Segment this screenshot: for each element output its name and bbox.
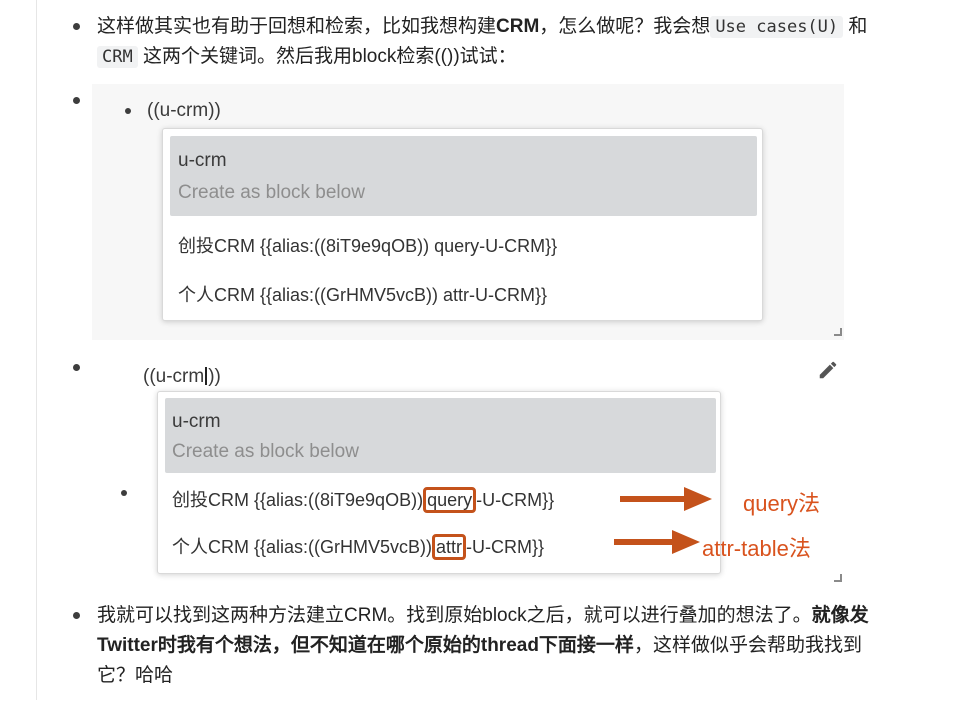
annotation-label: query法 (743, 491, 821, 516)
block-bullet[interactable] (73, 364, 80, 371)
search-result-row[interactable]: 创投CRM {{alias:((8iT9e9qOB)) query -U-CRM}} (172, 486, 554, 513)
highlight-box: attr (432, 534, 467, 560)
embedded-screenshot-2: ((u-crm)) u-crm Create as block below 创投… (92, 348, 844, 586)
embedded-screenshot-1: ((u-crm)) u-crm Create as block below 创投… (92, 84, 844, 340)
text-cursor (205, 367, 208, 385)
search-query-text: ((u-crm)) (147, 100, 221, 121)
block-bullet (121, 490, 127, 496)
block-bullet[interactable] (73, 23, 80, 30)
annotation-label: attr-table法 (702, 536, 811, 561)
resize-handle-icon[interactable] (834, 328, 842, 336)
block-bullet[interactable] (73, 612, 80, 619)
resize-handle-icon[interactable] (834, 574, 842, 582)
highlight-box: query (423, 487, 477, 513)
arrow-right-icon (620, 487, 712, 511)
inline-code: CRM (97, 46, 138, 68)
block-bullet[interactable] (73, 97, 80, 104)
search-result-row[interactable]: 个人CRM {{alias:((GrHMV5vcB)) attr-U-CRM}} (178, 281, 547, 307)
outline-guide-line (36, 0, 37, 700)
pencil-icon[interactable] (817, 359, 839, 381)
search-query-text: ((u-crm)) (143, 366, 221, 387)
arrow-right-icon (614, 530, 700, 554)
block-text-2[interactable]: 我就可以找到这两种方法建立CRM。找到原始block之后，就可以进行叠加的想法了… (97, 601, 877, 691)
selected-option[interactable] (170, 136, 757, 216)
block-search-popup: u-crm Create as block below 创投CRM {{alia… (162, 128, 763, 321)
option-subtitle: Create as block below (172, 441, 359, 462)
option-subtitle: Create as block below (178, 182, 365, 203)
block-text-1[interactable]: 这样做其实也有助于回想和检索，比如我想构建CRM，怎么做呢？我会想 Use cas… (97, 12, 887, 72)
search-result-row[interactable]: 创投CRM {{alias:((8iT9e9qOB)) query-U-CRM}… (178, 232, 557, 258)
option-title: u-crm (178, 150, 227, 171)
inline-code: Use cases(U) (710, 16, 844, 38)
block-bullet (125, 108, 131, 114)
option-title: u-crm (172, 411, 221, 432)
search-result-row[interactable]: 个人CRM {{alias:((GrHMV5vcB)) attr -U-CRM}} (172, 533, 544, 560)
